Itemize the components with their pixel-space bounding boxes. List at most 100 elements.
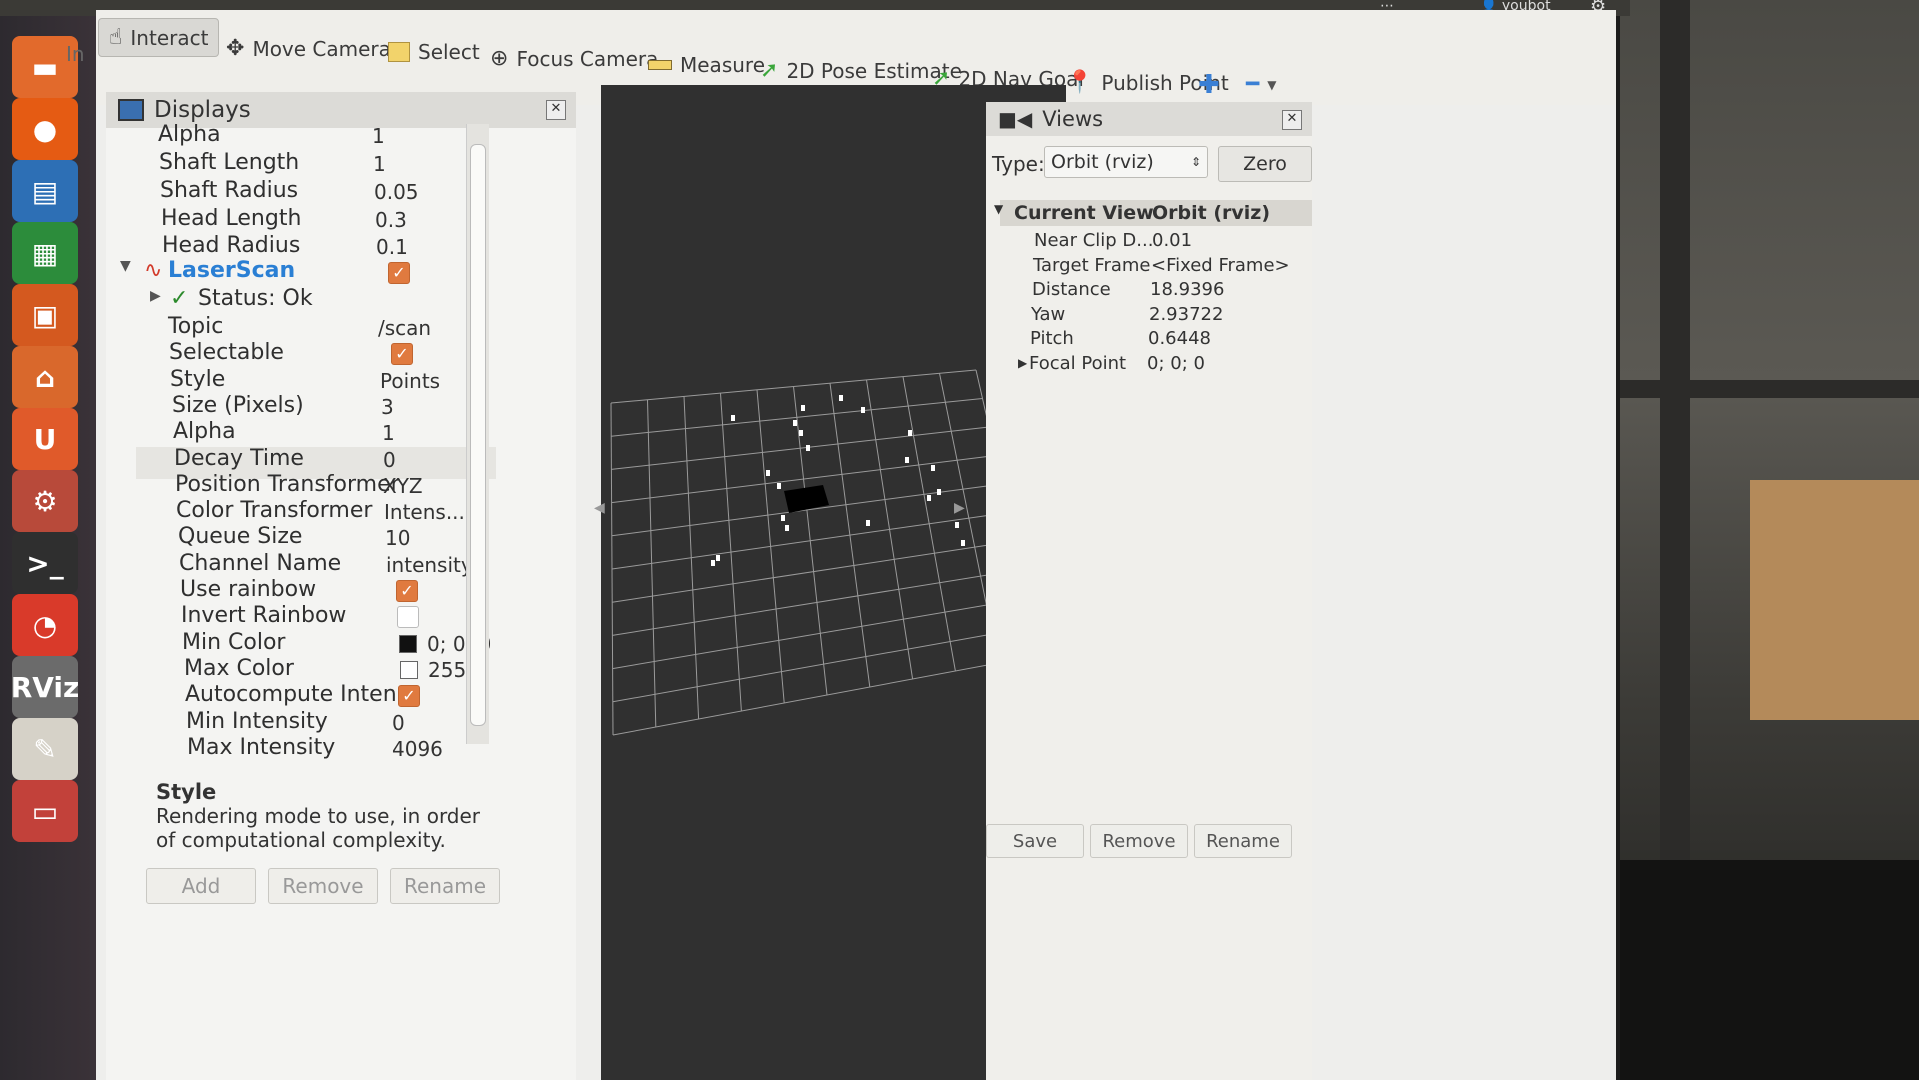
expand-arrow-icon[interactable]: ▼ (994, 202, 1003, 216)
view-property-value[interactable]: 18.9396 (1150, 279, 1224, 300)
property-checkbox[interactable] (397, 606, 419, 629)
laserscan-enabled-checkbox[interactable]: ✓ (388, 262, 410, 284)
rviz-icon[interactable]: RViz (11, 656, 79, 718)
minus-icon: ━ (1246, 72, 1260, 97)
property-value[interactable]: 0.3 (375, 208, 407, 234)
scan-point (731, 415, 735, 421)
zero-button[interactable]: Zero (1218, 146, 1312, 182)
property-label: Min Intensity (186, 708, 328, 734)
remove-view-button[interactable]: Remove (1090, 824, 1188, 858)
launcher: ▬ ● ▤ ▦ ▣ ⌂ U ⚙ >_ ◔ RViz ✎ ▭ (0, 16, 96, 1080)
property-label: Position Transformer (175, 471, 400, 497)
expand-arrow-icon[interactable]: ▼ (120, 258, 131, 284)
property-checkbox[interactable]: ✓ (398, 685, 420, 708)
property-label: Head Radius (162, 233, 301, 258)
property-label: Min Color (182, 629, 286, 655)
calc-icon[interactable]: ▦ (12, 222, 78, 284)
grid-line (611, 512, 1009, 570)
views-title-bar: ■◀ Views ✕ (986, 102, 1312, 136)
view-type-select[interactable]: Orbit (rviz) ⇕ (1044, 146, 1208, 178)
view-property-value[interactable]: 0.01 (1152, 230, 1192, 251)
property-label: Max Color (184, 655, 294, 681)
property-label: Shaft Radius (160, 178, 299, 203)
property-value[interactable]: 3 (381, 395, 394, 421)
grid-line (829, 383, 871, 688)
save-view-button[interactable]: Save (986, 824, 1084, 858)
color-swatch[interactable] (400, 660, 418, 679)
property-value[interactable]: 10 (385, 526, 410, 552)
property-value[interactable]: 0 (383, 448, 396, 474)
add-tool-button[interactable]: ✚ (1198, 70, 1220, 100)
ubuntu-one-icon[interactable]: U (12, 408, 78, 470)
tool-focus-camera[interactable]: ⊕ Focus Camera (490, 46, 658, 71)
property-label: Decay Time (174, 445, 304, 471)
displays-scrollbar[interactable] (466, 124, 489, 744)
rename-view-button[interactable]: Rename (1194, 824, 1292, 858)
view-type-value: Orbit (rviz) (1051, 151, 1154, 173)
partial-tool-label: In (66, 42, 85, 66)
current-view-row[interactable]: ▼ Current View Orbit (rviz) (994, 200, 1312, 226)
scan-point (806, 445, 810, 451)
property-checkbox[interactable]: ✓ (396, 580, 418, 602)
splitter-left-arrow[interactable]: ◀ (594, 500, 605, 516)
laserscan-icon: ∿ (144, 258, 163, 283)
property-checkbox[interactable]: ✓ (391, 343, 413, 366)
scan-point (908, 430, 912, 436)
app2-icon[interactable]: ▭ (12, 780, 78, 842)
color-swatch[interactable] (399, 634, 417, 653)
focus-icon: ⊕ (490, 46, 509, 71)
rename-display-button[interactable]: Rename (390, 868, 500, 904)
grid-line (612, 654, 1042, 736)
property-value[interactable]: 0 (392, 711, 405, 737)
view-property-value[interactable]: 0.6448 (1148, 328, 1211, 349)
remove-display-button[interactable]: Remove (268, 868, 378, 904)
tool-select[interactable]: Select (388, 40, 480, 64)
remove-tool-button[interactable]: ━ ▼ (1246, 72, 1276, 97)
property-value[interactable]: Points (380, 369, 440, 395)
property-value[interactable]: intensity (386, 553, 473, 579)
grid-line (612, 569, 1022, 636)
add-display-button[interactable]: Add (146, 868, 256, 904)
property-value[interactable]: 0.1 (376, 235, 408, 261)
scan-point (927, 495, 931, 501)
property-value[interactable]: 1 (372, 124, 385, 150)
settings-icon[interactable]: ⚙ (12, 470, 78, 532)
green-arrow-icon: ➚ (760, 58, 779, 83)
view-property-value[interactable]: <Fixed Frame> (1151, 255, 1290, 276)
view-property-value[interactable]: 2.93722 (1149, 304, 1223, 325)
firefox-icon[interactable]: ● (12, 98, 78, 160)
close-icon[interactable]: ✕ (1282, 110, 1302, 130)
software-center-icon[interactable]: ⌂ (12, 346, 78, 408)
laserscan-status: Status: Ok (198, 286, 313, 311)
property-value[interactable]: /scan (378, 316, 431, 342)
splitter-right-arrow[interactable]: ▶ (954, 500, 965, 516)
property-value[interactable]: 4096 (392, 737, 443, 763)
close-icon[interactable]: ✕ (546, 100, 566, 120)
property-value[interactable]: Intens... (384, 500, 465, 526)
scan-point (801, 405, 805, 411)
view-property-value[interactable]: 0; 0; 0 (1147, 353, 1205, 374)
property-label: Channel Name (179, 550, 342, 576)
property-value[interactable]: 1 (382, 421, 395, 447)
scroll-thumb[interactable] (470, 144, 486, 726)
property-value[interactable]: XYZ (383, 474, 423, 500)
pin-icon: 📍 (1066, 70, 1094, 95)
laserscan-display[interactable]: LaserScan (168, 258, 295, 284)
tool-move-camera[interactable]: ✥ Move Camera (226, 36, 391, 61)
writer-icon[interactable]: ▤ (12, 160, 78, 222)
app-icon[interactable]: ◔ (12, 594, 78, 656)
tool-interact[interactable]: ☝ Interact (98, 18, 220, 57)
move-icon: ✥ (226, 36, 245, 61)
view-property-label: Target Frame (1033, 254, 1151, 276)
expand-arrow-icon[interactable]: ▶ (1018, 356, 1027, 370)
property-value[interactable]: 1 (373, 152, 386, 178)
text-editor-icon[interactable]: ✎ (12, 718, 78, 780)
view-type-label: Type: (992, 152, 1045, 176)
property-value[interactable]: 0.05 (374, 180, 419, 206)
collapse-arrow-icon[interactable]: ▶ (150, 288, 161, 314)
property-label: Shaft Length (159, 150, 300, 175)
scan-point (799, 430, 803, 436)
terminal-icon[interactable]: >_ (12, 532, 78, 594)
impress-icon[interactable]: ▣ (12, 284, 78, 346)
tool-measure[interactable]: Measure (648, 53, 765, 77)
